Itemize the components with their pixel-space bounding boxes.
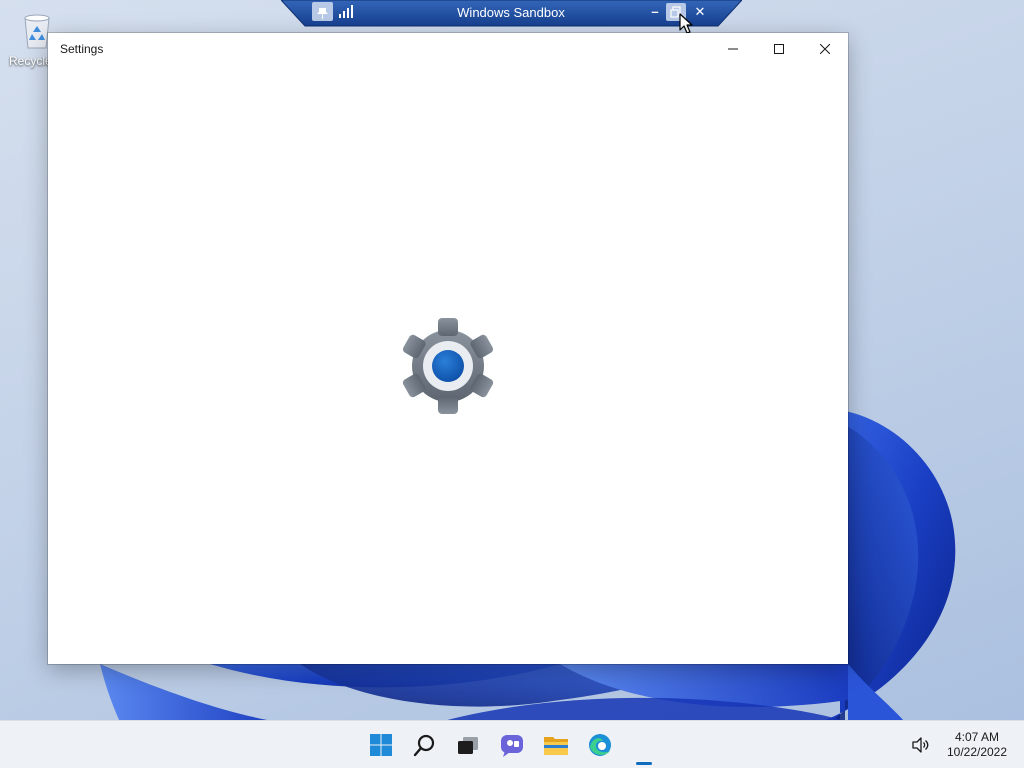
settings-taskbar-button[interactable] [630, 731, 658, 759]
settings-window: Settings [48, 33, 848, 664]
taskbar: 4:07 AM 10/22/2022 [0, 720, 1024, 768]
blank-app-icon [630, 731, 658, 759]
close-icon [820, 44, 830, 54]
clock[interactable]: 4:07 AM 10/22/2022 [940, 730, 1014, 760]
window-title: Settings [60, 42, 104, 56]
minimize-icon [728, 48, 738, 50]
clock-time: 4:07 AM [954, 730, 1000, 744]
minimize-button[interactable] [710, 33, 756, 65]
sandbox-close-button[interactable]: ✕ [690, 3, 710, 21]
settings-titlebar[interactable]: Settings [48, 33, 848, 65]
sandbox-bar-title: Windows Sandbox [457, 5, 565, 20]
signal-strength-icon [339, 5, 353, 18]
gear-icon [402, 318, 494, 414]
sandbox-connection-bar: Windows Sandbox – ✕ [281, 0, 742, 27]
sandbox-minimize-button[interactable]: – [645, 3, 665, 21]
chat-button[interactable] [498, 731, 526, 759]
running-indicator [636, 762, 652, 765]
edge-browser-icon [589, 734, 611, 756]
mouse-cursor-icon [679, 13, 693, 34]
search-button[interactable] [411, 731, 439, 759]
maximize-icon [774, 44, 784, 54]
chat-icon [501, 735, 523, 757]
file-explorer-button[interactable] [542, 731, 570, 759]
desktop: Recycle Bin Windows Sandbox – ✕ Settings… [0, 0, 1024, 768]
pin-icon[interactable] [312, 2, 333, 21]
close-button[interactable] [802, 33, 848, 65]
folder-icon [544, 737, 568, 755]
start-button[interactable] [367, 731, 395, 759]
task-view-icon [458, 737, 478, 754]
task-view-button[interactable] [454, 731, 482, 759]
windows-logo-icon [370, 734, 392, 756]
maximize-button[interactable] [756, 33, 802, 65]
volume-icon[interactable] [910, 735, 930, 755]
edge-button[interactable] [586, 731, 614, 759]
clock-date: 10/22/2022 [946, 745, 1008, 759]
search-icon [413, 734, 435, 757]
